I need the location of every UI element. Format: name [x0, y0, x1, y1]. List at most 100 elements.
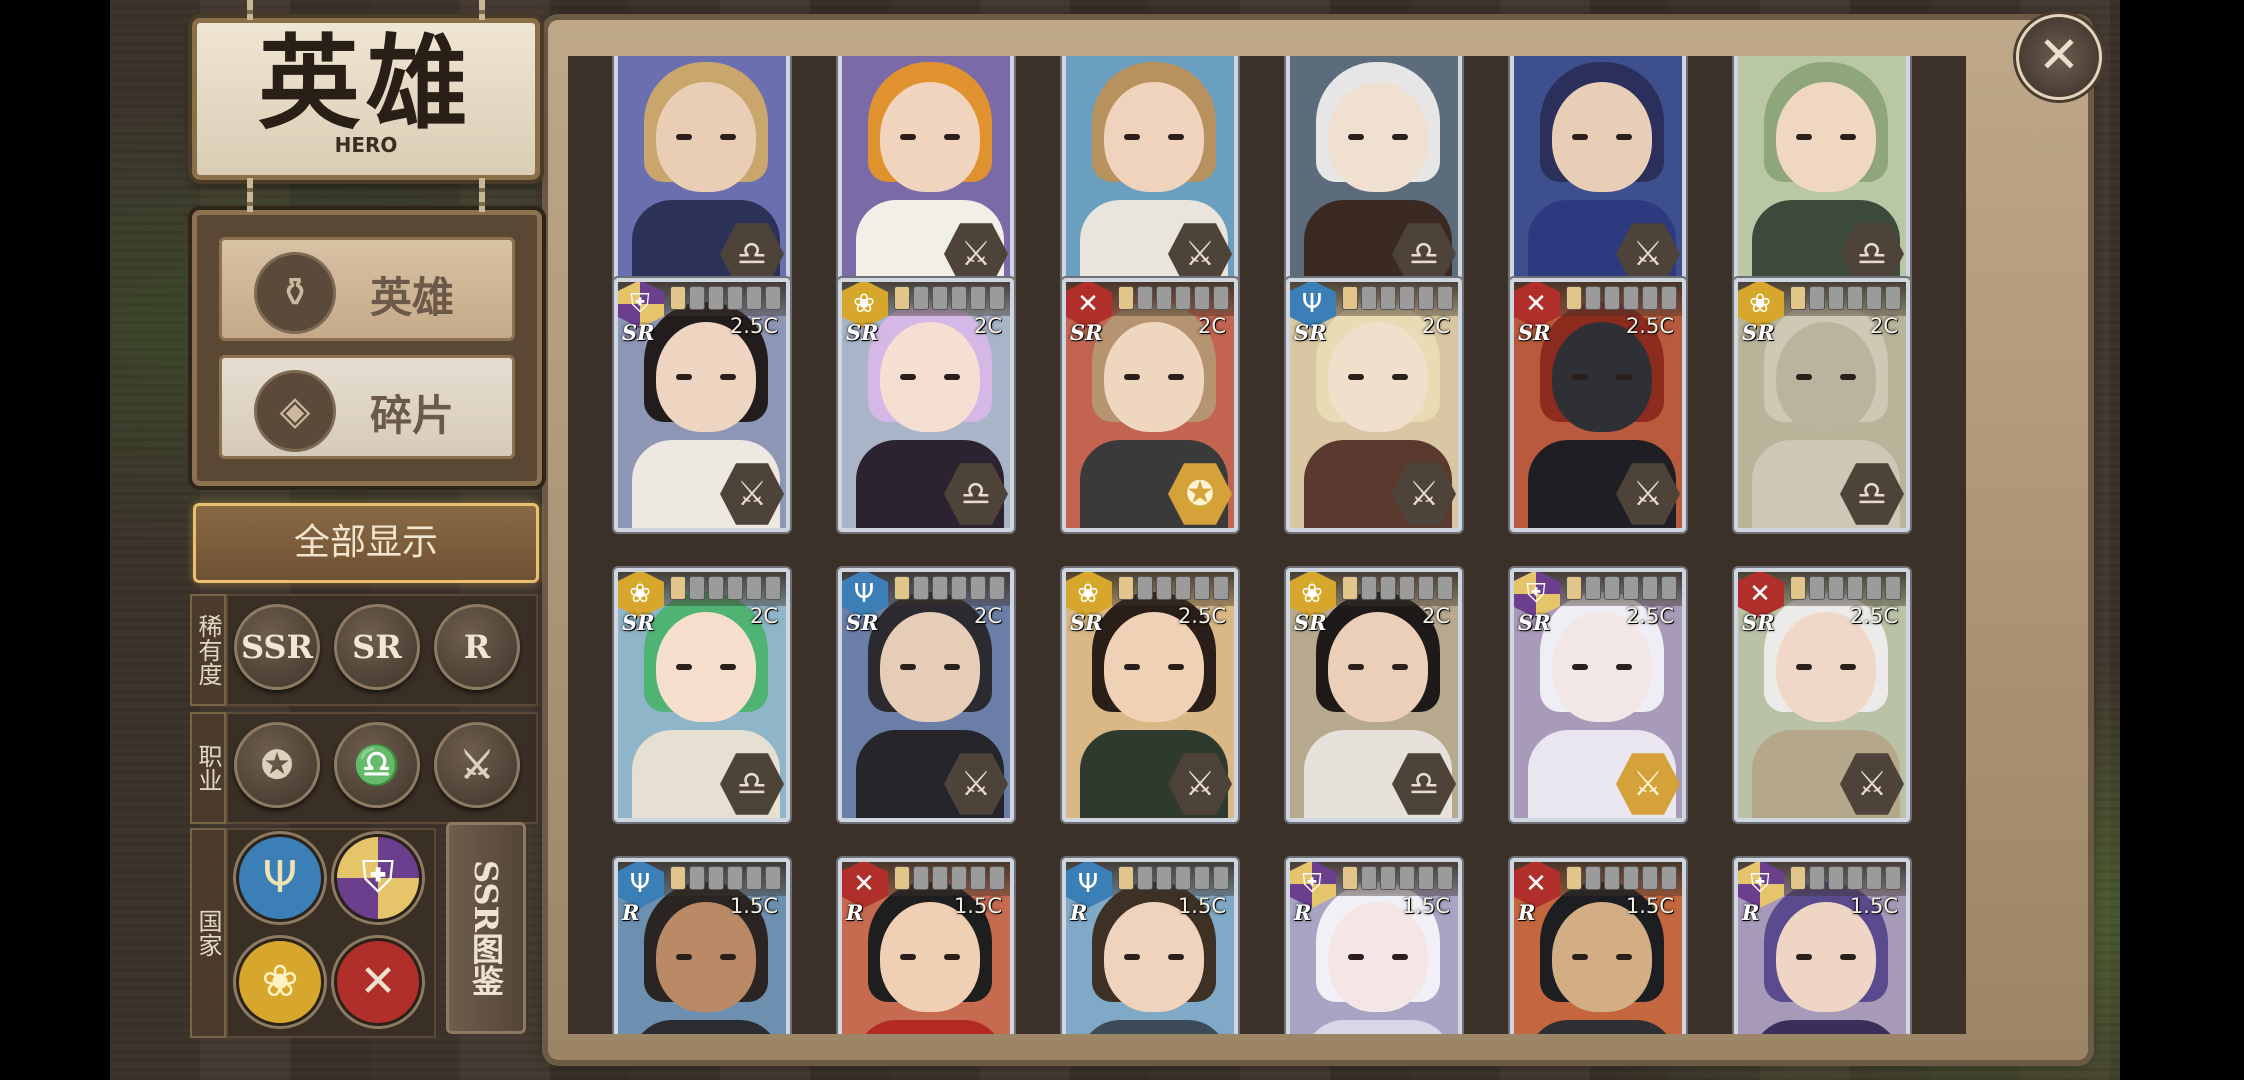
hero-card[interactable]: ✕ SR 2.5C ⚔: [1510, 278, 1686, 532]
hero-card[interactable]: Ψ SR 2C ⚔: [838, 568, 1014, 822]
hero-card[interactable]: Ψ SR 2C ⚔: [1286, 278, 1462, 532]
hero-body: [1304, 1020, 1452, 1034]
star-pip-empty: [1585, 286, 1601, 310]
filter-crossed-weapons-nation-icon[interactable]: ✕: [334, 938, 422, 1026]
filter-pentagram-icon[interactable]: ✪: [234, 722, 320, 808]
hero-card[interactable]: ❀ SR 2C ♎: [1734, 278, 1910, 532]
hero-eye: [1796, 134, 1812, 140]
hero-eye: [944, 134, 960, 140]
filter-horn-icon[interactable]: ♎: [334, 722, 420, 808]
star-pip-empty: [1137, 866, 1153, 890]
star-pip-empty: [1828, 866, 1844, 890]
tab-fragments[interactable]: ◈ 碎片: [219, 355, 515, 459]
hero-rarity: SR: [622, 610, 655, 635]
hero-card[interactable]: Ψ R 1.5C: [1062, 858, 1238, 1034]
star-pip-empty: [1399, 866, 1415, 890]
title-rope-left: [247, 0, 253, 20]
hero-eye: [1616, 664, 1632, 670]
hero-rarity: R: [1294, 900, 1312, 925]
hero-eye: [1124, 954, 1140, 960]
star-pip-empty: [913, 576, 929, 600]
hero-card[interactable]: ✕ R 1.5C: [838, 858, 1014, 1034]
star-pip-empty: [1661, 576, 1677, 600]
hero-eye: [944, 374, 960, 380]
hero-card[interactable]: ✕ SR 2.5C ⚔: [1734, 568, 1910, 822]
star-pip-empty: [913, 286, 929, 310]
hero-eye: [900, 664, 916, 670]
hero-card[interactable]: ⚔: [1062, 56, 1238, 292]
hero-face: [1552, 322, 1652, 432]
hero-card[interactable]: ❀ SR 2C ♎: [1286, 568, 1462, 822]
hero-cost: 1.5C: [1401, 894, 1450, 918]
hero-eye: [1840, 664, 1856, 670]
star-pip-empty: [1642, 286, 1658, 310]
hero-card[interactable]: ✕ R 1.5C: [1510, 858, 1686, 1034]
star-pip-empty: [727, 286, 743, 310]
filter-sr-button[interactable]: SR: [334, 604, 420, 690]
star-pip-empty: [727, 576, 743, 600]
close-icon[interactable]: ✕: [2016, 14, 2102, 100]
star-pip-filled: [1790, 866, 1806, 890]
star-pip-empty: [689, 576, 705, 600]
hero-eye: [1572, 134, 1588, 140]
hero-card[interactable]: ⛨ SR 2.5C ⚔: [614, 278, 790, 532]
star-pip-empty: [989, 576, 1005, 600]
star-pip-empty: [951, 286, 967, 310]
filter-lotus-nation-icon[interactable]: ❀: [236, 938, 324, 1026]
hero-card[interactable]: ✕ SR 2C ✪: [1062, 278, 1238, 532]
hero-card[interactable]: ⚔: [838, 56, 1014, 292]
hero-card[interactable]: ❀ SR 2C ♎: [614, 568, 790, 822]
hero-card[interactable]: ♎: [1286, 56, 1462, 292]
tab-hero-label: 英雄: [370, 273, 455, 322]
hero-eye: [676, 664, 692, 670]
star-pip-filled: [1118, 576, 1134, 600]
show-all-button[interactable]: 全部显示: [193, 503, 539, 583]
hero-card[interactable]: ❀ SR 2C ♎: [838, 278, 1014, 532]
hero-face: [1104, 612, 1204, 722]
star-pip-empty: [1156, 866, 1172, 890]
hero-card[interactable]: Ψ R 1.5C: [614, 858, 790, 1034]
filter-trident-nation-icon[interactable]: Ψ: [236, 834, 324, 922]
hero-face: [1328, 612, 1428, 722]
hero-eye: [1392, 954, 1408, 960]
hero-card[interactable]: ♎: [614, 56, 790, 292]
filter-ssr-button[interactable]: SSR: [234, 604, 320, 690]
hero-rarity: R: [846, 900, 864, 925]
star-pip-filled: [1566, 286, 1582, 310]
star-pip-filled: [1342, 286, 1358, 310]
star-pip-empty: [1137, 576, 1153, 600]
star-pip-empty: [970, 576, 986, 600]
hero-face: [1776, 82, 1876, 192]
hero-eye: [676, 374, 692, 380]
hero-eye: [1124, 374, 1140, 380]
hero-card[interactable]: ⚔: [1510, 56, 1686, 292]
hero-grid[interactable]: ♎ ⚔ ⚔ ♎ ⚔ ♎ ⛨ SR 2.5C ⚔ ❀ SR 2C ♎ ✕ SR 2C ✪ Ψ SR 2C ⚔ ✕ SR 2.5C ⚔…: [568, 56, 1966, 1034]
star-pip-empty: [1828, 286, 1844, 310]
hero-cost: 2.5C: [1625, 314, 1674, 338]
hero-face: [1104, 82, 1204, 192]
star-pip-empty: [1418, 576, 1434, 600]
tab-hero[interactable]: ⚱ 英雄: [219, 237, 515, 341]
ssr-dex-button[interactable]: SSR图鉴: [446, 822, 526, 1034]
hero-rarity: SR: [1742, 320, 1775, 345]
star-pip-empty: [1361, 866, 1377, 890]
hero-body: [1528, 1020, 1676, 1034]
hero-card[interactable]: ⛨ R 1.5C: [1286, 858, 1462, 1034]
hero-card[interactable]: ⛨ SR 2.5C ⚔: [1510, 568, 1686, 822]
hero-card[interactable]: ♎: [1734, 56, 1910, 292]
star-pip-empty: [951, 866, 967, 890]
hero-eye: [1616, 374, 1632, 380]
hero-cost: 1.5C: [953, 894, 1002, 918]
star-pip-empty: [1661, 866, 1677, 890]
hero-card[interactable]: ⛨ R 1.5C: [1734, 858, 1910, 1034]
star-pip-empty: [746, 286, 762, 310]
filter-shield-nation-icon[interactable]: ⛨: [334, 834, 422, 922]
hero-card[interactable]: ❀ SR 2.5C ⚔: [1062, 568, 1238, 822]
star-pip-empty: [1642, 866, 1658, 890]
filter-r-button[interactable]: R: [434, 604, 520, 690]
hero-eye: [1796, 954, 1812, 960]
hero-body: [1080, 1020, 1228, 1034]
filter-crossed-swords-icon[interactable]: ⚔: [434, 722, 520, 808]
star-pip-empty: [1885, 866, 1901, 890]
star-pip-filled: [1342, 576, 1358, 600]
